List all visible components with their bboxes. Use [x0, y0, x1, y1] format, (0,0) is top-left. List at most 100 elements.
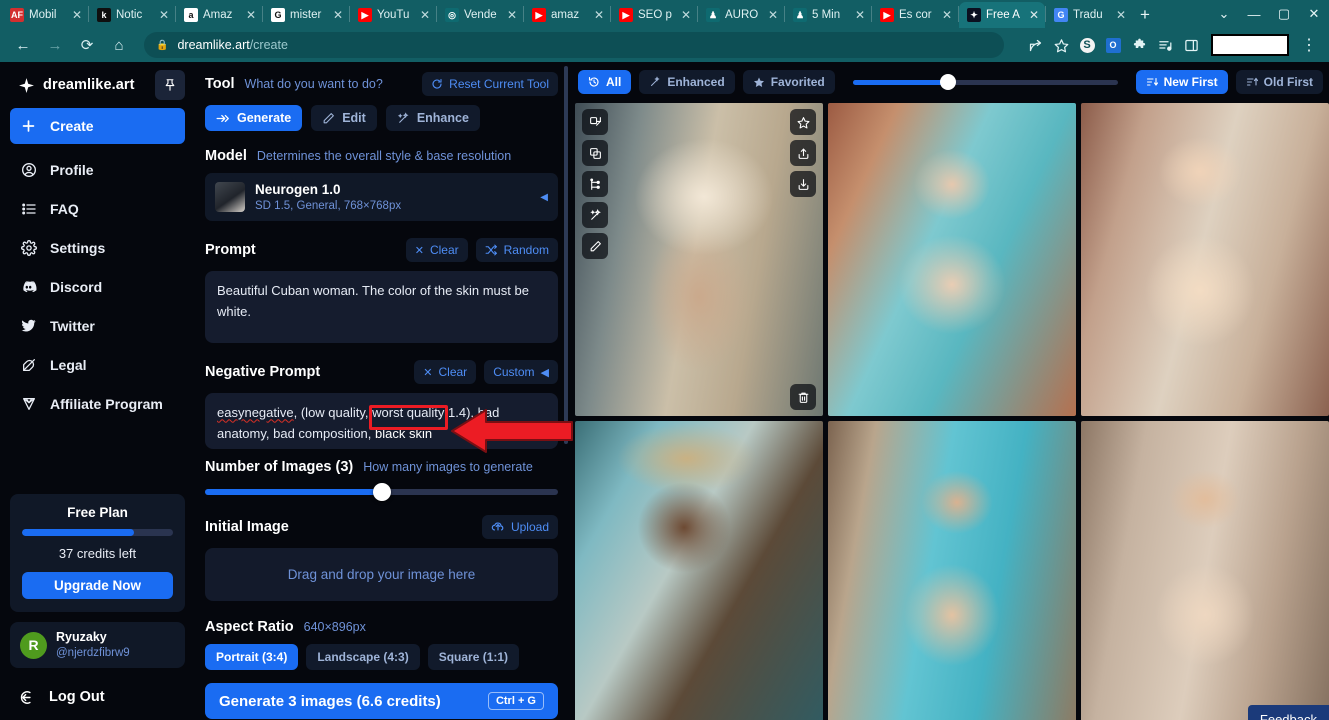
sort-new-first[interactable]: New First	[1135, 70, 1228, 94]
gallery-item[interactable]	[575, 421, 823, 720]
reset-current-tool-button[interactable]: Reset Current Tool	[422, 72, 558, 96]
browser-tab[interactable]: a Amaz ✕	[176, 2, 262, 28]
upgrade-now-button[interactable]: Upgrade Now	[22, 572, 173, 599]
browser-tab[interactable]: ▶ Es cor ✕	[872, 2, 958, 28]
generate-button[interactable]: Generate 3 images (6.6 credits) Ctrl + G	[205, 683, 558, 720]
sidebar-item-profile[interactable]: Profile	[10, 154, 185, 185]
sidebar-item-affiliate-program[interactable]: Affiliate Program	[10, 388, 185, 419]
tab-close-icon[interactable]: ✕	[681, 9, 693, 21]
new-tab-button[interactable]: +	[1132, 2, 1158, 28]
gallery-zoom-slider[interactable]	[852, 73, 1118, 90]
pin-icon[interactable]	[155, 70, 185, 100]
aspect-ratio-square[interactable]: Square (1:1)	[427, 644, 520, 671]
tab-close-icon[interactable]: ✕	[855, 9, 867, 21]
mode-enhance[interactable]: Enhance	[385, 105, 480, 131]
tab-close-icon[interactable]: ✕	[768, 9, 780, 21]
tab-close-icon[interactable]: ✕	[507, 9, 519, 21]
generated-image[interactable]	[575, 421, 823, 720]
tab-close-icon[interactable]: ✕	[942, 9, 954, 21]
gallery-item[interactable]	[575, 103, 823, 416]
extension-s-icon[interactable]: S	[1075, 33, 1099, 57]
gallery-item[interactable]	[828, 103, 1076, 416]
generated-image[interactable]	[1081, 421, 1329, 720]
prompt-clear-button[interactable]: ✕ Clear	[405, 238, 468, 263]
chevron-left-icon[interactable]: ◀	[540, 192, 548, 203]
aspect-ratio-landscape[interactable]: Landscape (4:3)	[306, 644, 420, 671]
prompt-random-button[interactable]: Random	[475, 238, 558, 263]
tab-close-icon[interactable]: ✕	[594, 9, 606, 21]
download-icon[interactable]	[790, 171, 816, 197]
tab-search-icon[interactable]: ⌄	[1209, 0, 1239, 28]
browser-tab[interactable]: Gmister ✕	[263, 2, 349, 28]
aspect-ratio-portrait[interactable]: Portrait (3:4)	[205, 644, 299, 671]
browser-tab[interactable]: ♟ 5 Min ✕	[785, 2, 871, 28]
tab-close-icon[interactable]: ✕	[246, 9, 258, 21]
delete-trash-icon[interactable]	[790, 384, 816, 410]
filter-favorited[interactable]: Favorited	[742, 70, 835, 94]
tab-close-icon[interactable]: ✕	[1116, 9, 1128, 21]
filter-enhanced[interactable]: Enhanced	[639, 70, 735, 94]
gallery-item[interactable]: Feedback	[1081, 421, 1329, 720]
negative-prompt-custom-button[interactable]: Custom ◀	[484, 360, 558, 385]
tab-close-icon[interactable]: ✕	[1029, 9, 1041, 21]
favorite-star-icon[interactable]	[790, 109, 816, 135]
browser-tab[interactable]: ▶ SEO p ✕	[611, 2, 697, 28]
playlist-icon[interactable]	[1153, 33, 1177, 57]
filter-all[interactable]: All	[578, 70, 632, 94]
browser-tab[interactable]: G Tradu ✕	[1046, 2, 1132, 28]
generated-image[interactable]	[828, 421, 1076, 720]
negative-prompt-input[interactable]: easynegative, (low quality, worst qualit…	[205, 393, 558, 450]
num-images-slider[interactable]	[205, 483, 558, 502]
mode-generate[interactable]: Generate	[205, 105, 303, 131]
image-dropzone[interactable]: Drag and drop your image here	[205, 548, 558, 602]
copy-icon[interactable]	[582, 140, 608, 166]
maximize-button[interactable]: ▢	[1269, 0, 1299, 28]
reload-icon[interactable]: ⟳	[72, 30, 102, 60]
forward-icon[interactable]: →	[40, 30, 70, 60]
sidebar-item-twitter[interactable]: Twitter	[10, 310, 185, 341]
tab-close-icon[interactable]: ✕	[72, 9, 84, 21]
sidebar-item-create[interactable]: Create	[10, 108, 185, 144]
generated-image[interactable]	[575, 103, 823, 416]
gallery-item[interactable]	[1081, 103, 1329, 416]
generated-image[interactable]	[1081, 103, 1329, 416]
negative-prompt-clear-button[interactable]: ✕ Clear	[414, 360, 477, 385]
minimize-button[interactable]: —	[1239, 0, 1269, 28]
enhance-wand-icon[interactable]	[582, 202, 608, 228]
puzzle-icon[interactable]	[1127, 33, 1151, 57]
upload-button[interactable]: Upload	[481, 515, 558, 540]
generated-image[interactable]	[828, 103, 1076, 416]
variations-icon[interactable]	[582, 171, 608, 197]
browser-menu-icon[interactable]: ⋮	[1297, 33, 1321, 57]
feedback-button[interactable]: Feedback	[1247, 705, 1329, 720]
share-icon[interactable]	[790, 140, 816, 166]
prompt-input[interactable]: Beautiful Cuban woman. The color of the …	[205, 271, 558, 344]
tool-panel-scrollbar[interactable]	[564, 66, 568, 444]
sort-old-first[interactable]: Old First	[1235, 70, 1323, 94]
office-extension-icon[interactable]: O	[1101, 33, 1125, 57]
model-selector[interactable]: Neurogen 1.0 SD 1.5, General, 768×768px …	[205, 173, 558, 222]
browser-tab[interactable]: ▶ amaz ✕	[524, 2, 610, 28]
back-icon[interactable]: ←	[8, 30, 38, 60]
browser-tab[interactable]: ✦ Free A ✕	[959, 2, 1045, 28]
log-out-button[interactable]: Log Out	[10, 680, 185, 714]
tab-close-icon[interactable]: ✕	[159, 9, 171, 21]
tab-close-icon[interactable]: ✕	[420, 9, 432, 21]
browser-tab[interactable]: AF Mobil ✕	[2, 2, 88, 28]
gallery-item[interactable]	[828, 421, 1076, 720]
expand-icon[interactable]	[582, 109, 608, 135]
edit-pencil-icon[interactable]	[582, 233, 608, 259]
address-bar[interactable]: 🔒 dreamlike.art/create	[144, 32, 1004, 58]
close-window-button[interactable]: ✕	[1299, 0, 1329, 28]
brand[interactable]: dreamlike.art	[10, 62, 185, 108]
side-panel-icon[interactable]	[1179, 33, 1203, 57]
sidebar-item-discord[interactable]: Discord	[10, 271, 185, 302]
sidebar-item-legal[interactable]: Legal	[10, 349, 185, 380]
bookmark-star-icon[interactable]	[1049, 33, 1073, 57]
browser-tab[interactable]: ▶ YouTu ✕	[350, 2, 436, 28]
browser-tab[interactable]: k Notic ✕	[89, 2, 175, 28]
mode-edit[interactable]: Edit	[311, 105, 377, 131]
browser-tab[interactable]: ◎ Vende ✕	[437, 2, 523, 28]
tab-close-icon[interactable]: ✕	[333, 9, 345, 21]
sidebar-item-faq[interactable]: FAQ	[10, 193, 185, 224]
